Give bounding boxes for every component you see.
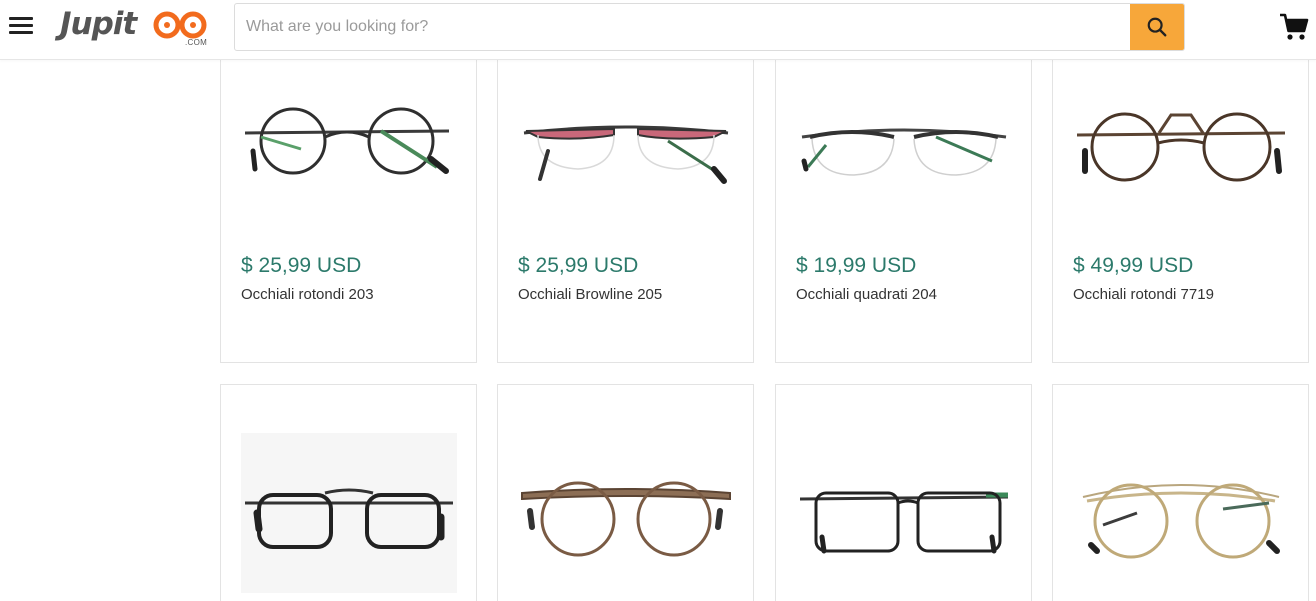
product-card[interactable] [1052,384,1309,601]
product-name[interactable]: Occhiali Browline 205 [518,286,662,303]
product-image [796,433,1012,593]
product-image [1073,433,1289,593]
product-card[interactable] [775,384,1032,601]
product-card[interactable]: $ 19,99 USD Occhiali quadrati 204 [775,40,1032,363]
product-image [518,71,734,231]
product-price: $ 19,99 USD [796,254,917,277]
product-image [241,433,457,593]
logo-suffix: .COM [185,38,208,47]
product-price: $ 25,99 USD [241,254,362,277]
search-button[interactable] [1130,4,1184,50]
product-price: $ 49,99 USD [1073,254,1194,277]
product-card[interactable]: $ 49,99 USD Occhiali rotondi 7719 [1052,40,1309,363]
product-card[interactable] [497,384,754,601]
product-image [796,71,1012,231]
product-image [1073,71,1289,231]
product-card[interactable] [220,384,477,601]
search-icon [1147,17,1167,37]
shopping-cart-icon[interactable] [1279,12,1309,42]
product-price: $ 25,99 USD [518,254,639,277]
search-bar [234,3,1185,51]
search-input[interactable] [235,4,1131,50]
product-image [518,433,734,593]
product-name[interactable]: Occhiali rotondi 203 [241,286,374,303]
product-image [241,71,457,231]
logo-text: Jupit [60,6,137,42]
hamburger-menu-icon[interactable] [9,14,35,38]
product-card[interactable]: $ 25,99 USD Occhiali Browline 205 [497,40,754,363]
site-header: Jupit .COM [0,0,1316,60]
logo-eyes-icon [153,11,207,39]
product-card[interactable]: $ 25,99 USD Occhiali rotondi 203 [220,40,477,363]
product-name[interactable]: Occhiali rotondi 7719 [1073,286,1214,303]
site-logo[interactable]: Jupit .COM [58,6,214,50]
product-name[interactable]: Occhiali quadrati 204 [796,286,937,303]
